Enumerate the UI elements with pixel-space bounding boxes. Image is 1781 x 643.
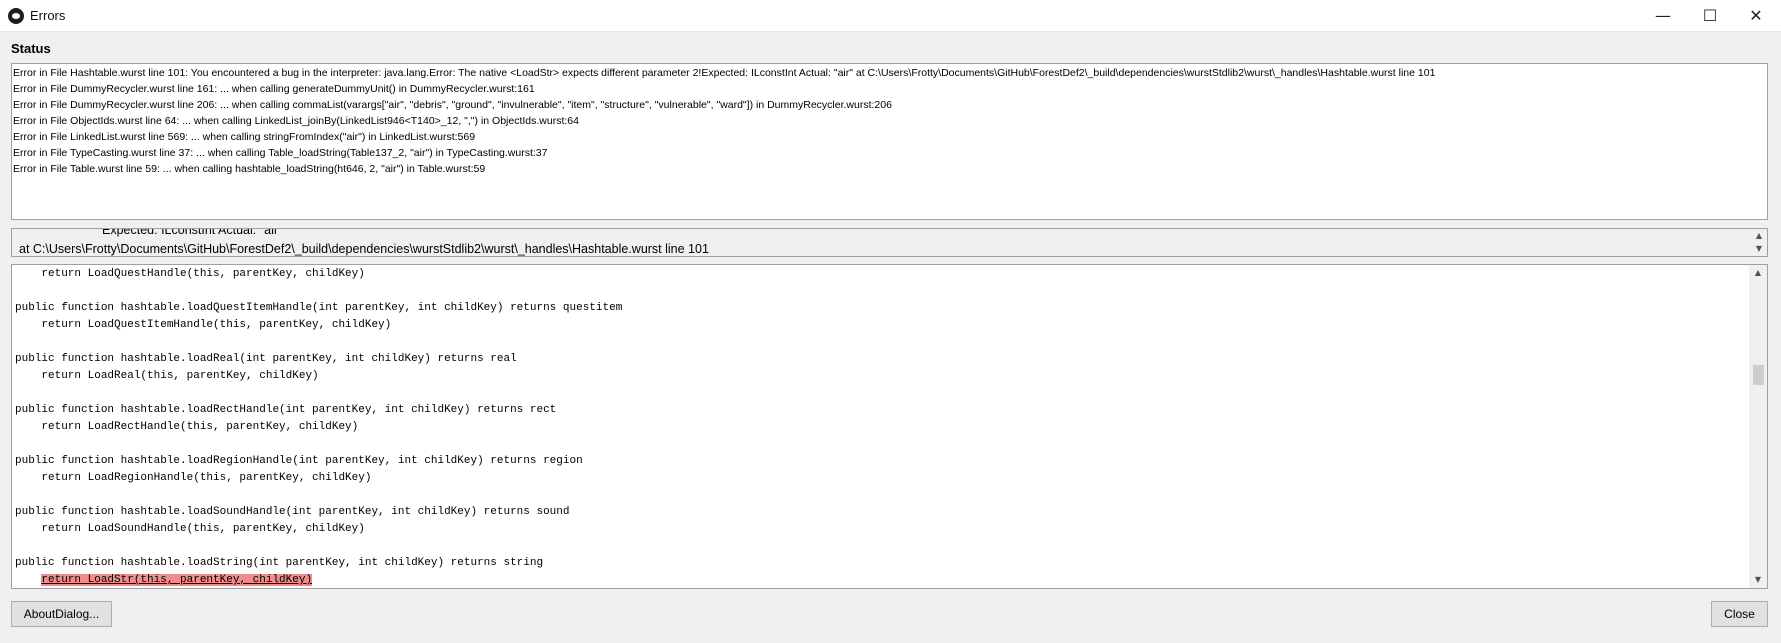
scroll-down-icon[interactable]: ▼ [1754,244,1764,254]
error-detail-box[interactable]: Expected: ILconstInt Actual: "air" at C:… [11,228,1768,257]
highlighted-error-line: return LoadStr(this, parentKey, childKey… [15,572,1749,588]
code-scrollbar[interactable]: ▲ ▼ [1749,265,1767,588]
title-bar: Errors — ☐ ✕ [0,0,1781,32]
app-icon [8,8,24,24]
minimize-button[interactable]: — [1640,0,1686,31]
about-dialog-button[interactable]: AboutDialog... [11,601,112,627]
code-line: public function hashtable.loadQuestItemH… [15,302,623,314]
scroll-up-icon[interactable]: ▲ [1754,231,1764,241]
error-highlight: return LoadStr(this, parentKey, childKey… [41,574,313,586]
source-code-view[interactable]: return LoadQuestHandle(this, parentKey, … [11,264,1768,589]
error-item[interactable]: Error in File ObjectIds.wurst line 64: .… [13,113,1766,129]
code-line: return LoadRectHandle(this, parentKey, c… [15,421,359,433]
maximize-button[interactable]: ☐ [1687,0,1733,31]
code-line: public function hashtable.loadReal(int p… [15,353,517,365]
code-line: return LoadReal(this, parentKey, childKe… [15,370,319,382]
status-heading: Status [11,41,51,56]
code-line: return LoadRegionHandle(this, parentKey,… [15,472,372,484]
code-line: public function hashtable.loadRectHandle… [15,404,557,416]
detail-text: Expected: ILconstInt Actual: "air" [102,228,283,237]
window-title: Errors [30,8,66,23]
code-line: return LoadSoundHandle(this, parentKey, … [15,523,365,535]
close-button[interactable]: Close [1711,601,1768,627]
error-item[interactable]: Error in File DummyRecycler.wurst line 2… [13,97,1766,113]
code-line: public function hashtable.loadRegionHand… [15,455,583,467]
close-window-button[interactable]: ✕ [1733,0,1779,31]
error-item[interactable]: Error in File TypeCasting.wurst line 37:… [13,145,1766,161]
error-item[interactable]: Error in File LinkedList.wurst line 569:… [13,129,1766,145]
error-item[interactable]: Error in File Table.wurst line 59: ... w… [13,161,1766,177]
code-line: return LoadQuestHandle(this, parentKey, … [15,268,365,280]
code-line: return LoadQuestItemHandle(this, parentK… [15,319,392,331]
scroll-thumb[interactable] [1753,365,1764,385]
error-list[interactable]: Error in File Hashtable.wurst line 101: … [11,63,1768,220]
scroll-up-icon[interactable]: ▲ [1753,268,1763,278]
detail-scrollbar[interactable]: ▲ ▼ [1751,229,1767,256]
code-line: public function hashtable.loadString(int… [15,557,544,569]
error-item[interactable]: Error in File DummyRecycler.wurst line 1… [13,81,1766,97]
detail-text: at C:\Users\Frotty\Documents\GitHub\Fore… [19,242,709,256]
error-item[interactable]: Error in File Hashtable.wurst line 101: … [13,65,1766,81]
code-line: public function hashtable.loadSoundHandl… [15,506,570,518]
scroll-down-icon[interactable]: ▼ [1753,575,1763,585]
